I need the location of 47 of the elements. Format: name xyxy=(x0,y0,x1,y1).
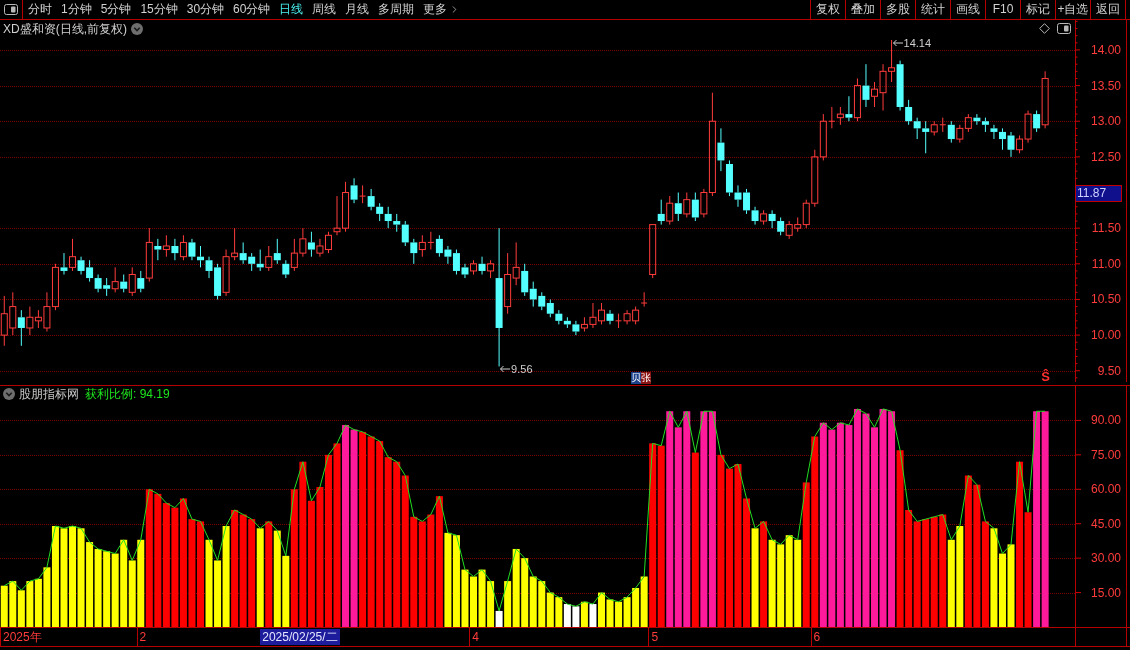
date-axis-label: 6 xyxy=(813,629,821,645)
toolbar-button[interactable]: 统计 xyxy=(915,0,950,19)
indicator-axis-label: 75.00 xyxy=(1090,447,1121,462)
cursor-price-label: 11.87 xyxy=(1075,184,1122,202)
indicator-name: 股朋指标网 xyxy=(19,387,79,401)
date-axis-label: 2025年 xyxy=(3,629,42,645)
toolbar-button[interactable]: 复权 xyxy=(810,0,845,19)
toolbar-button[interactable]: 返回 xyxy=(1090,0,1125,19)
period-tab[interactable]: 15分钟 xyxy=(140,0,178,19)
indicator-legend: 获利比例: 94.19 xyxy=(85,387,170,401)
more-button[interactable]: 更多 xyxy=(423,0,461,19)
indicator-axis-label: 15.00 xyxy=(1090,585,1121,600)
panel-toggle-icon xyxy=(1057,23,1071,34)
toolbar-button[interactable]: F10 xyxy=(985,0,1020,19)
indicator-axis-label: 90.00 xyxy=(1090,413,1121,428)
period-tab[interactable]: 周线 xyxy=(312,0,337,19)
price-axis-label: 11.50 xyxy=(1091,221,1121,236)
cursor-date-label: 2025/02/25/二 xyxy=(260,629,340,645)
price-axis-label: 10.00 xyxy=(1090,328,1121,343)
period-tab[interactable]: 多周期 xyxy=(378,0,415,19)
period-tab[interactable]: 分时 xyxy=(28,0,52,19)
toolbar-button[interactable]: 画线 xyxy=(950,0,985,19)
date-axis-label: 2 xyxy=(139,629,147,645)
toolbar-button[interactable]: 标记 xyxy=(1020,0,1055,19)
period-tab[interactable]: 30分钟 xyxy=(186,0,225,19)
price-axis-label: 13.50 xyxy=(1090,78,1121,93)
date-axis-label: 4 xyxy=(472,629,479,645)
price-axis-label: 14.00 xyxy=(1090,42,1121,57)
toolbar-button[interactable]: 多股 xyxy=(880,0,915,19)
price-axis-label: 12.50 xyxy=(1090,149,1121,164)
indicator-axis-label: 60.00 xyxy=(1090,482,1121,497)
period-tab[interactable]: 1分钟 xyxy=(61,0,92,19)
period-tab[interactable]: 5分钟 xyxy=(100,0,132,19)
price-axis-label: 11.00 xyxy=(1091,256,1121,271)
period-tab[interactable]: 60分钟 xyxy=(233,0,271,19)
toolbar-button[interactable]: 叠加 xyxy=(845,0,880,19)
panel-toggle-icon xyxy=(4,4,18,15)
indicator-axis-label: 30.00 xyxy=(1090,551,1121,566)
toolbar-button[interactable]: +自选 xyxy=(1055,0,1090,19)
period-tab[interactable]: 月线 xyxy=(345,0,370,19)
indicator-axis-label: 45.00 xyxy=(1090,516,1121,531)
price-axis-label: 10.50 xyxy=(1090,292,1121,307)
period-tab[interactable]: 日线 xyxy=(279,0,304,19)
chevron-down-icon[interactable] xyxy=(3,388,15,400)
price-axis-label: 13.00 xyxy=(1090,114,1121,129)
date-axis-label: 5 xyxy=(651,629,659,645)
price-axis-label: 9.50 xyxy=(1097,363,1121,378)
